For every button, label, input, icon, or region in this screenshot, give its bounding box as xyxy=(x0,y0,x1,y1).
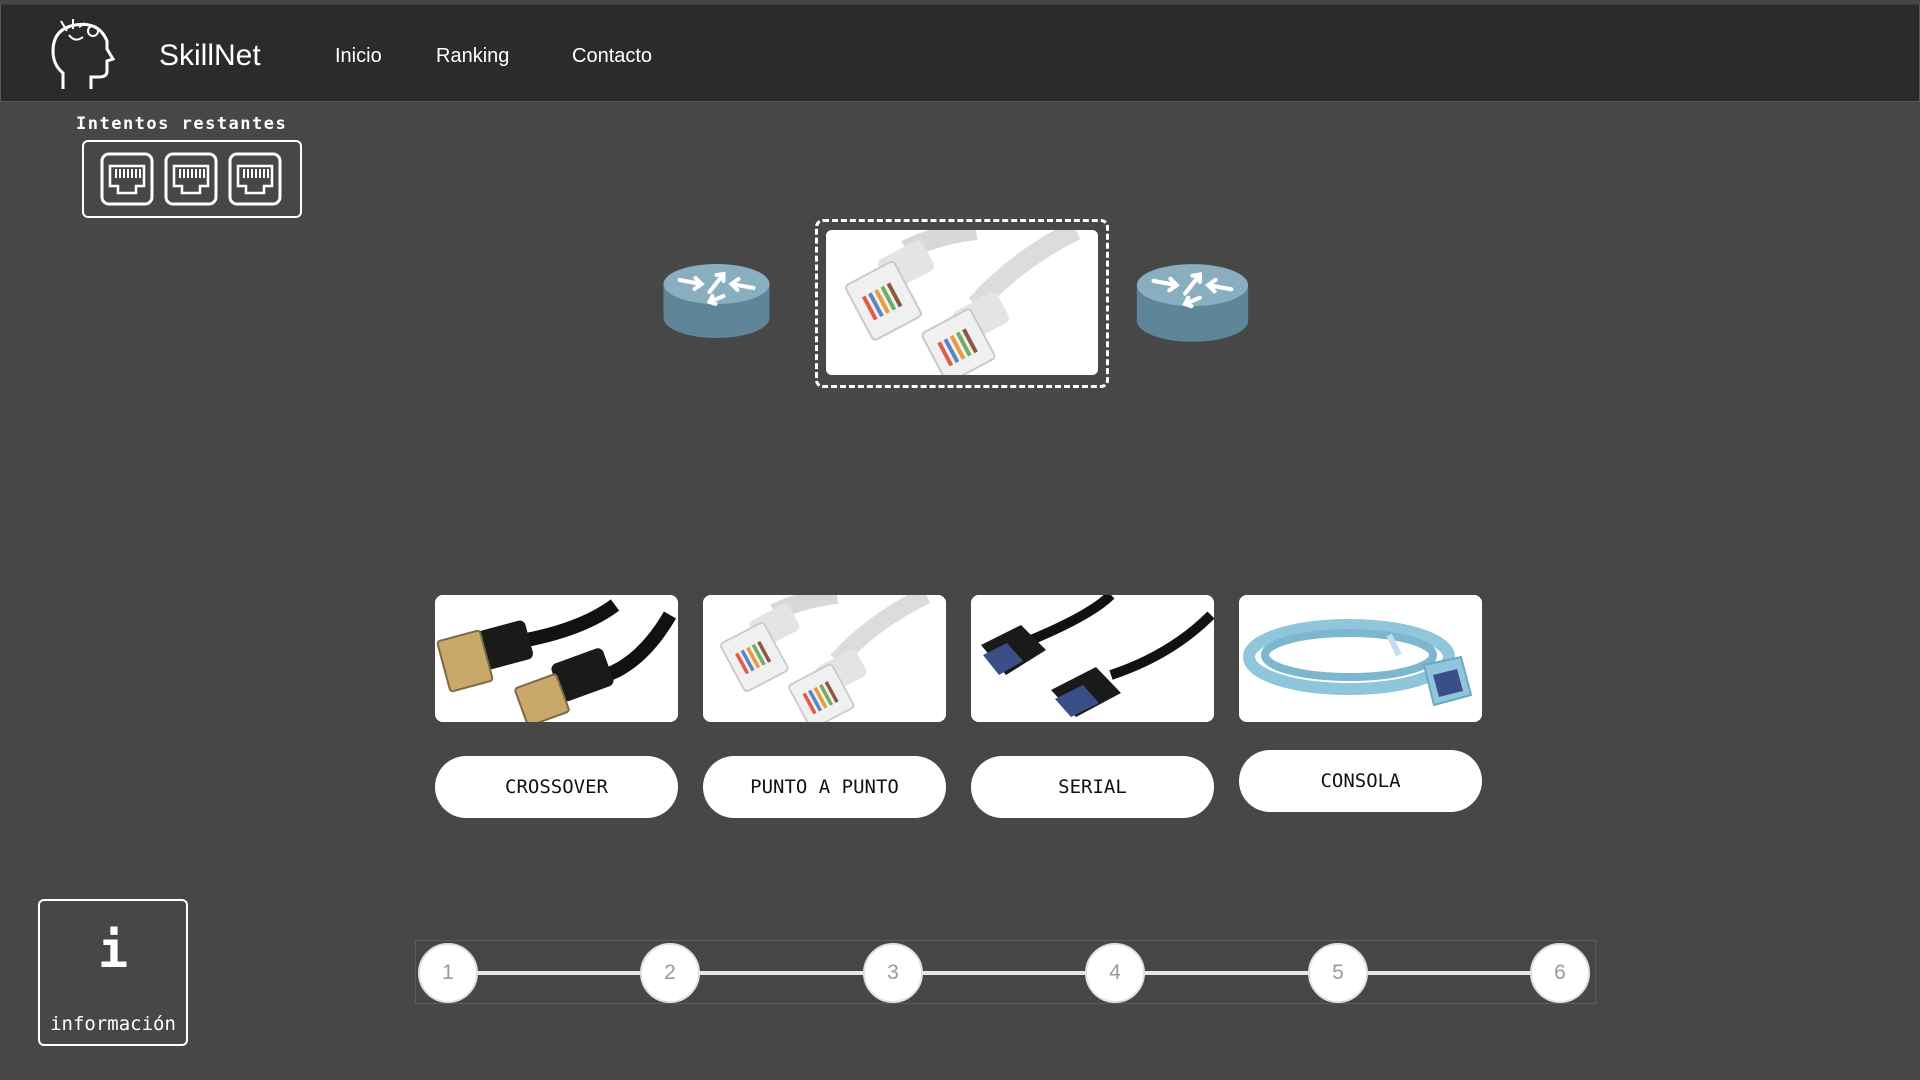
info-button[interactable]: i información xyxy=(38,899,188,1046)
ethernet-port-icon xyxy=(164,152,218,206)
crossover-cable-card[interactable] xyxy=(435,595,678,722)
serial-cable-image xyxy=(971,595,1214,722)
router-right-icon xyxy=(1134,262,1251,346)
info-icon: i xyxy=(97,921,129,979)
attempts-label: Intentos restantes xyxy=(76,114,288,134)
ethernet-port-icon xyxy=(100,152,154,206)
nav-link-contacto[interactable]: Contacto xyxy=(572,45,652,68)
punto-a-punto-button[interactable]: PUNTO A PUNTO xyxy=(703,756,946,818)
step-5[interactable]: 5 xyxy=(1308,943,1368,1003)
nav-link-inicio[interactable]: Inicio xyxy=(335,45,382,68)
step-4[interactable]: 4 xyxy=(1085,943,1145,1003)
step-3[interactable]: 3 xyxy=(863,943,923,1003)
step-1[interactable]: 1 xyxy=(418,943,478,1003)
console-cable-card[interactable] xyxy=(1239,595,1482,722)
consola-button[interactable]: CONSOLA xyxy=(1239,750,1482,812)
step-2[interactable]: 2 xyxy=(640,943,700,1003)
serial-cable-card[interactable] xyxy=(971,595,1214,722)
navbar: SkillNet Inicio Ranking Contacto xyxy=(0,4,1920,102)
progress-stepper: 1 2 3 4 5 6 xyxy=(415,940,1596,1004)
ethernet-port-icon xyxy=(228,152,282,206)
straight-through-cable-image xyxy=(826,230,1098,375)
progress-line xyxy=(452,971,1559,975)
nav-link-ranking[interactable]: Ranking xyxy=(436,45,509,68)
console-cable-image xyxy=(1239,595,1482,722)
brain-head-logo-icon[interactable] xyxy=(49,19,117,93)
info-label: información xyxy=(50,1013,176,1035)
attempts-box xyxy=(82,140,302,218)
crossover-cable-image xyxy=(435,595,678,722)
crossover-button[interactable]: CROSSOVER xyxy=(435,756,678,818)
cable-drop-zone[interactable] xyxy=(815,219,1109,388)
brand-name[interactable]: SkillNet xyxy=(159,39,261,73)
straight-through-cable-card[interactable] xyxy=(703,595,946,722)
straight-through-cable-image xyxy=(703,595,946,722)
serial-button[interactable]: SERIAL xyxy=(971,756,1214,818)
router-left-icon xyxy=(661,262,772,342)
placed-cable-card[interactable] xyxy=(826,230,1098,375)
step-6[interactable]: 6 xyxy=(1530,943,1590,1003)
